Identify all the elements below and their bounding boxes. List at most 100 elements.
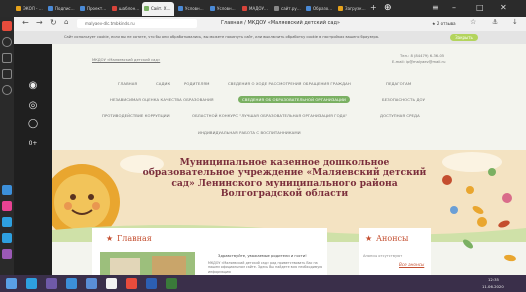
download-arrow-icon[interactable]: ↓	[512, 18, 518, 26]
reviews-button[interactable]: ★ 2 отзыва	[432, 19, 456, 28]
app-icon[interactable]	[2, 201, 12, 211]
email-text: E-mail: ip@malyaev@mail.ru	[392, 60, 446, 64]
decor-leaves	[463, 206, 516, 262]
forward-icon[interactable]: →	[36, 18, 43, 27]
taskbar-app-icon[interactable]	[106, 278, 117, 289]
browser-tab[interactable]: Подпис…	[46, 2, 76, 16]
all-announcements-link[interactable]: Все анонсы	[399, 262, 424, 267]
cookie-accept-button[interactable]: Закрыть	[450, 34, 478, 41]
tab-favicon-icon	[80, 6, 85, 11]
browser-tab[interactable]: Проект…	[78, 2, 108, 16]
speech-icon[interactable]: ◯	[26, 118, 40, 130]
eye-icon[interactable]: ◉	[26, 80, 40, 92]
main-section: ★ Главная Здравствуйте, уважаемые родите…	[92, 228, 327, 275]
page-content: МКДОУ «Маляевский детский сад» Тел.: 8 (…	[52, 44, 526, 275]
tab-favicon-icon	[48, 6, 53, 11]
globe-icon[interactable]: ◎	[26, 100, 40, 112]
bookmark-icon[interactable]	[2, 53, 12, 63]
taskbar-app-icon[interactable]	[66, 278, 77, 289]
tab-favicon-icon	[242, 6, 247, 11]
app-icon[interactable]	[2, 233, 12, 243]
minimize-icon[interactable]: –	[452, 2, 456, 14]
reload-icon[interactable]: ↻	[50, 18, 57, 27]
nav-org-info[interactable]: СВЕДЕНИЯ ОБ ОБРАЗОВАТЕЛЬНОЙ ОРГАНИЗАЦИИ	[238, 96, 350, 103]
address-bar: ← → ↻ ⌂ malyaev-dlc.tmbkinds.ru Главная …	[14, 17, 526, 32]
nav-home[interactable]: ГЛАВНАЯ	[118, 81, 137, 86]
browser-tab-bar: ЭКОЛ - … Подпис… Проект… шаблон… Сайт. Х…	[0, 0, 526, 17]
taskbar-app-icon[interactable]	[86, 278, 97, 289]
tab-favicon-icon	[338, 6, 343, 11]
os-taskbar: 12:35 11.06.2020	[0, 275, 526, 292]
tab-favicon-icon	[306, 6, 311, 11]
browser-side-panel	[0, 17, 14, 275]
maximize-icon[interactable]: □	[476, 2, 484, 14]
tab-favicon-icon	[274, 6, 279, 11]
site-header: МКДОУ «Маляевский детский сад» Тел.: 8 (…	[52, 44, 526, 72]
phone-text: Тел.: 8 (84479) 6-36-05	[400, 54, 445, 58]
browser-tab[interactable]: Условн…	[176, 2, 206, 16]
main-section-title: Главная	[117, 234, 152, 243]
tab-favicon-icon	[112, 6, 117, 11]
tab-favicon-icon	[16, 6, 21, 11]
browser-tab[interactable]: Образо…	[304, 2, 334, 16]
browser-tab[interactable]: МАДОУ…	[240, 2, 270, 16]
star-icon[interactable]: ☆	[470, 18, 476, 26]
taskbar-app-icon[interactable]	[146, 278, 157, 289]
nav-security[interactable]: БЕЗОПАСНОСТЬ ДОУ	[382, 97, 425, 102]
url-input[interactable]: malyaev-dlc.tmbkinds.ru	[77, 19, 197, 28]
nav-anticorruption[interactable]: ПРОТИВОДЕЙСТВИЕ КОРРУПЦИИ	[102, 113, 170, 118]
main-text: МКДОУ «Маляевский детский сад» рад приве…	[208, 261, 323, 274]
tab-favicon-icon	[144, 6, 149, 11]
main-section-photo	[100, 252, 195, 275]
clock-date: 11.06.2020	[482, 284, 504, 289]
add-icon[interactable]: ⊕	[384, 2, 392, 14]
announcements-title: Анонсы	[376, 234, 409, 243]
clock-time: 12:35	[488, 277, 499, 282]
nav-appeals[interactable]: СВЕДЕНИЯ О ХОДЕ РАССМОТРЕНИЯ ОБРАЩЕНИЯ Г…	[228, 81, 351, 86]
taskbar-app-icon[interactable]	[26, 278, 37, 289]
institution-title: Муниципальное казенное дошкольное образо…	[142, 157, 427, 200]
nav-quality[interactable]: НЕЗАВИСИМАЯ ОЦЕНКА КАЧЕСТВА ОБРАЗОВАНИЯ	[110, 97, 214, 102]
clock-icon[interactable]	[2, 37, 12, 47]
start-button-icon[interactable]	[6, 278, 17, 289]
accessibility-sidebar: ◉ ◎ ◯ 0+	[14, 44, 52, 275]
tab-favicon-icon	[178, 6, 183, 11]
app-icon[interactable]	[2, 185, 12, 195]
settings-icon[interactable]	[2, 85, 12, 95]
site-name-link[interactable]: МКДОУ «Маляевский детский сад»	[92, 58, 160, 62]
home-icon[interactable]: ⌂	[64, 18, 68, 26]
browser-tab[interactable]: Условн…	[208, 2, 238, 16]
nav-accessible[interactable]: ДОСТУПНАЯ СРЕДА	[380, 113, 420, 118]
back-icon[interactable]: ←	[22, 18, 29, 27]
star-icon: ★	[106, 234, 114, 243]
zoom-toggle[interactable]: 0+	[26, 138, 40, 150]
nav-parents[interactable]: РОДИТЕЛЯМ	[184, 81, 209, 86]
greeting-text: Здравствуйте, уважаемые родители и гости…	[218, 254, 307, 258]
extension-icon[interactable]: ⚓	[492, 18, 498, 26]
browser-logo-icon[interactable]	[2, 21, 12, 31]
browser-tab[interactable]: Загрузк…	[336, 2, 366, 16]
browser-tab[interactable]: ЭКОЛ - …	[14, 2, 44, 16]
browser-tab[interactable]: шаблон…	[110, 2, 140, 16]
cookie-text: Сайт использует cookie, если вы не хотит…	[64, 35, 380, 39]
new-tab-icon[interactable]: +	[370, 2, 377, 14]
browser-tab[interactable]: сайт.ру…	[272, 2, 302, 16]
taskbar-app-icon[interactable]	[166, 278, 177, 289]
close-icon[interactable]: ✕	[500, 2, 507, 14]
photo-illustration	[100, 252, 195, 275]
nav-teachers[interactable]: ПЕДАГОГАМ	[386, 81, 411, 86]
download-icon[interactable]	[2, 69, 12, 79]
no-announcements-text: Анонсы отсутствуют	[363, 254, 403, 258]
nav-individual[interactable]: ИНДИВИДУАЛЬНАЯ РАБОТА С ВОСПИТАННИКАМИ	[198, 130, 301, 135]
page-title: Главная / МКДОУ «Маляевский детский сад»	[221, 20, 340, 26]
menu-icon[interactable]: ≡	[432, 2, 439, 14]
taskbar-app-icon[interactable]	[126, 278, 137, 289]
nav-contest[interactable]: ОБЛАСТНОЙ КОНКУРС "ЛУЧШАЯ ОБРАЗОВАТЕЛЬНА…	[192, 113, 347, 118]
taskbar-app-icon[interactable]	[46, 278, 57, 289]
star-icon: ★	[365, 234, 373, 243]
nav-sadik[interactable]: САДИК	[156, 81, 170, 86]
cookie-notice: Сайт использует cookie, если вы не хотит…	[14, 31, 526, 44]
app-icon[interactable]	[2, 249, 12, 259]
browser-tab-active[interactable]: Сайт. Х…	[142, 2, 174, 16]
app-icon[interactable]	[2, 217, 12, 227]
